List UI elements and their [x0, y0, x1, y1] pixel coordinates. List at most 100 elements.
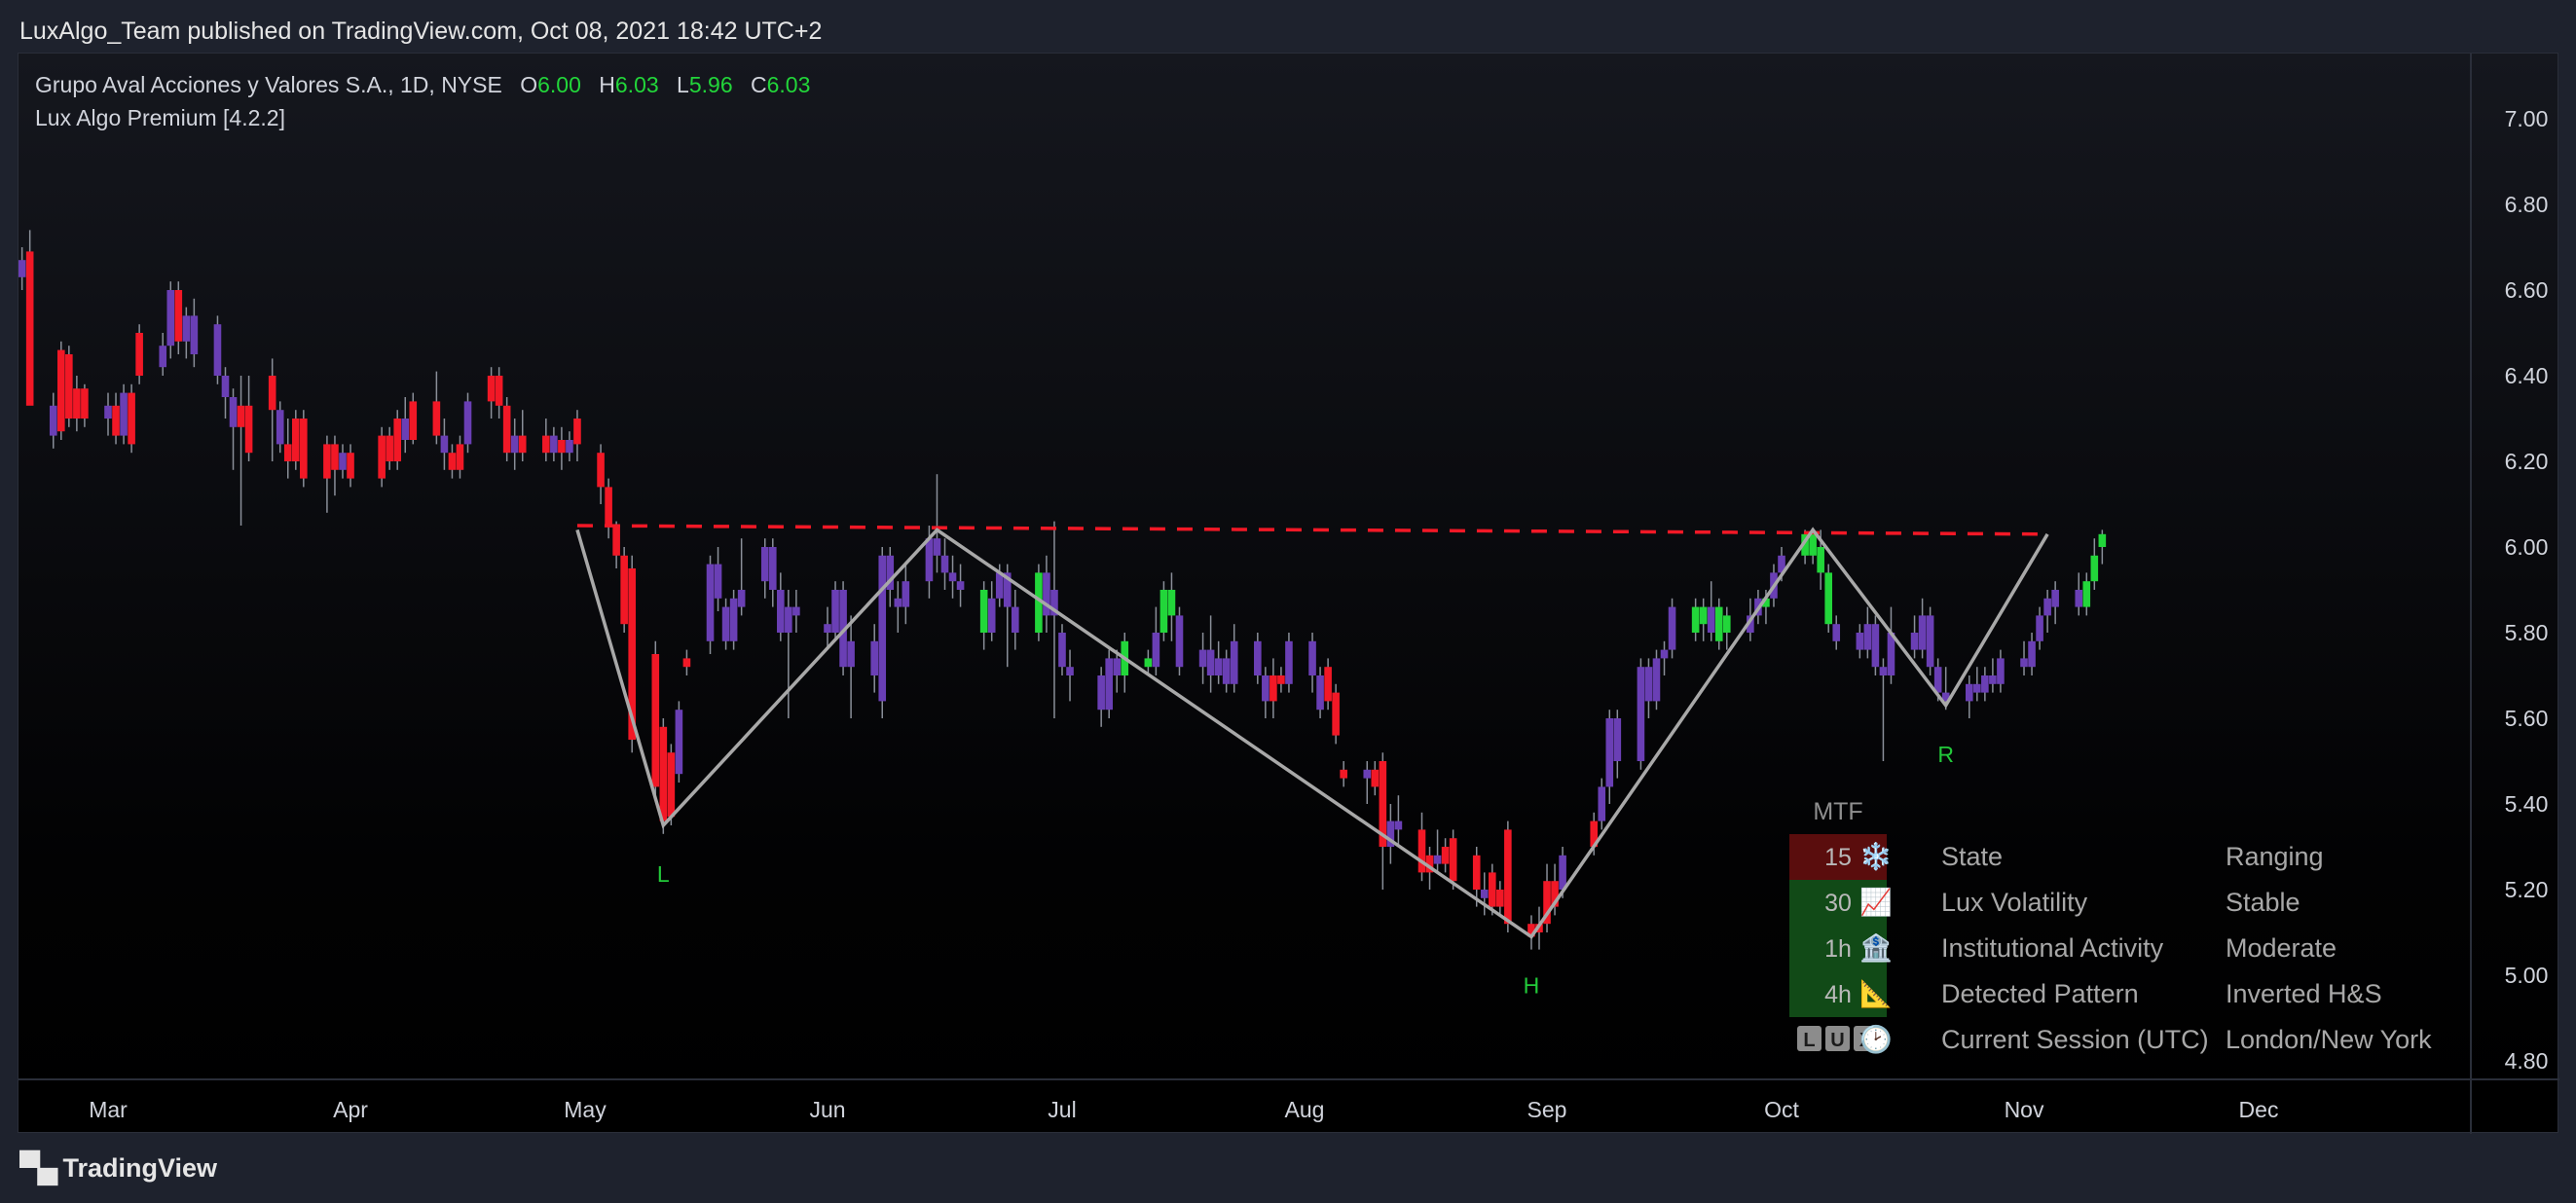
candle-body [1668, 606, 1676, 650]
candle-body [1989, 675, 1997, 684]
candle-body [1097, 675, 1105, 711]
candle-body [1363, 769, 1372, 779]
candle-body [824, 624, 831, 633]
candle-body [347, 453, 354, 479]
tradingview-footer: ⁠▀▄ TradingView [19, 1148, 217, 1187]
candle-body [2082, 581, 2091, 607]
candle-body [1230, 640, 1238, 684]
candle-body [1332, 692, 1340, 736]
candle-body [847, 640, 855, 668]
candle-body [1308, 640, 1316, 675]
mtf-row-value: Stable [2226, 888, 2300, 917]
candle-body [1262, 675, 1270, 702]
candle-body [878, 555, 887, 702]
close-label: C [751, 72, 767, 97]
candle-body [182, 315, 191, 342]
candle-body [1270, 675, 1277, 702]
candle-body [2036, 615, 2043, 641]
candle-body [1691, 606, 1700, 633]
mtf-row-label: Current Session (UTC) [1941, 1025, 2209, 1054]
mtf-row-icon: 📈 [1859, 887, 1893, 918]
candle-body [190, 315, 199, 354]
candle-body [1926, 615, 1934, 668]
lux-badge-letter: L [1803, 1030, 1815, 1051]
neckline [576, 524, 2048, 536]
low-value: 5.96 [688, 72, 733, 97]
x-tick-label: May [564, 1097, 607, 1122]
y-tick-label: 5.80 [2505, 620, 2549, 645]
indicator-name[interactable]: Lux Algo Premium [4.2.2] [35, 101, 810, 134]
candle-body [1371, 769, 1380, 787]
candle-body [948, 572, 957, 582]
candle-body [81, 388, 89, 419]
candle-body [1981, 675, 1989, 693]
candle-body [2020, 658, 2028, 668]
candle-body [276, 410, 284, 445]
candle-body [104, 405, 112, 419]
mtf-row-value: Moderate [2226, 933, 2337, 963]
candle-body [1198, 649, 1207, 668]
y-tick-label: 5.00 [2505, 963, 2549, 988]
candle-body [1933, 667, 1942, 693]
candle-body [1652, 658, 1661, 702]
candle-body [409, 401, 418, 440]
candle-body [785, 606, 792, 633]
publish-info: LuxAlgo_Team published on TradingView.co… [19, 17, 823, 45]
mtf-row-label: State [1941, 842, 2003, 871]
candle-body [1449, 838, 1457, 882]
price-chart[interactable]: 7.00 6.80 6.60 6.40 6.20 6.00 5.80 5.60 5.40 5.20… [18, 54, 2559, 1134]
candle-body [159, 346, 167, 368]
y-tick-label: 6.00 [2505, 534, 2549, 560]
candle-body [956, 581, 965, 590]
mtf-row-icon: ❄️ [1859, 841, 1893, 872]
candle-body [18, 260, 26, 277]
candle-body [1714, 606, 1723, 641]
candle-body [925, 538, 934, 582]
candle-body [940, 555, 949, 573]
candle-body [487, 376, 496, 402]
candle-body [25, 251, 34, 406]
candle-body [675, 710, 683, 775]
candle-body [502, 405, 511, 454]
candle-body [283, 444, 292, 461]
pattern-label-l: L [657, 861, 670, 887]
y-tick-label: 4.80 [2505, 1048, 2549, 1074]
candle-body [2090, 555, 2099, 582]
candle-body [174, 290, 183, 342]
y-tick-label: 6.60 [2505, 277, 2549, 303]
candle-body [558, 440, 566, 454]
high-value: 6.03 [614, 72, 659, 97]
candle-body [1152, 633, 1160, 668]
candle-body [339, 453, 347, 470]
candle-body [166, 290, 175, 346]
candle-body [1997, 658, 2005, 684]
candle-body [1480, 890, 1489, 898]
candle-body [323, 444, 331, 479]
candle-body [979, 590, 988, 633]
x-tick-label: Nov [2005, 1097, 2044, 1122]
candle-body [1277, 675, 1285, 684]
candle-body [706, 564, 715, 641]
candle-body [2098, 533, 2107, 547]
candle-body [894, 598, 902, 607]
candle-body [777, 590, 785, 633]
candle-body [135, 333, 143, 376]
mtf-table: MTF 15 ❄️ State Ranging 30 📈 Lux Volatility Stab… [1789, 798, 2432, 1055]
candle-body [605, 487, 612, 526]
high-label: H [599, 72, 615, 97]
y-tick-label: 5.20 [2505, 877, 2549, 902]
candle-body [393, 419, 402, 461]
y-tick-label: 5.40 [2505, 791, 2549, 817]
candle-body [49, 405, 57, 436]
candle-body [1222, 658, 1231, 684]
candle-body [57, 349, 65, 432]
candle-body [1817, 547, 1824, 573]
mtf-row-icon: 🕑 [1859, 1024, 1893, 1055]
chart-frame[interactable]: 7.00 6.80 6.60 6.40 6.20 6.00 5.80 5.60 5.40 5.20… [18, 53, 2559, 1134]
candle-body [1340, 769, 1347, 779]
x-tick-label: Apr [333, 1097, 368, 1122]
candle-body [213, 324, 222, 376]
candle-body [1605, 718, 1614, 787]
candle-body [229, 397, 238, 427]
candle-body [1973, 683, 1981, 693]
